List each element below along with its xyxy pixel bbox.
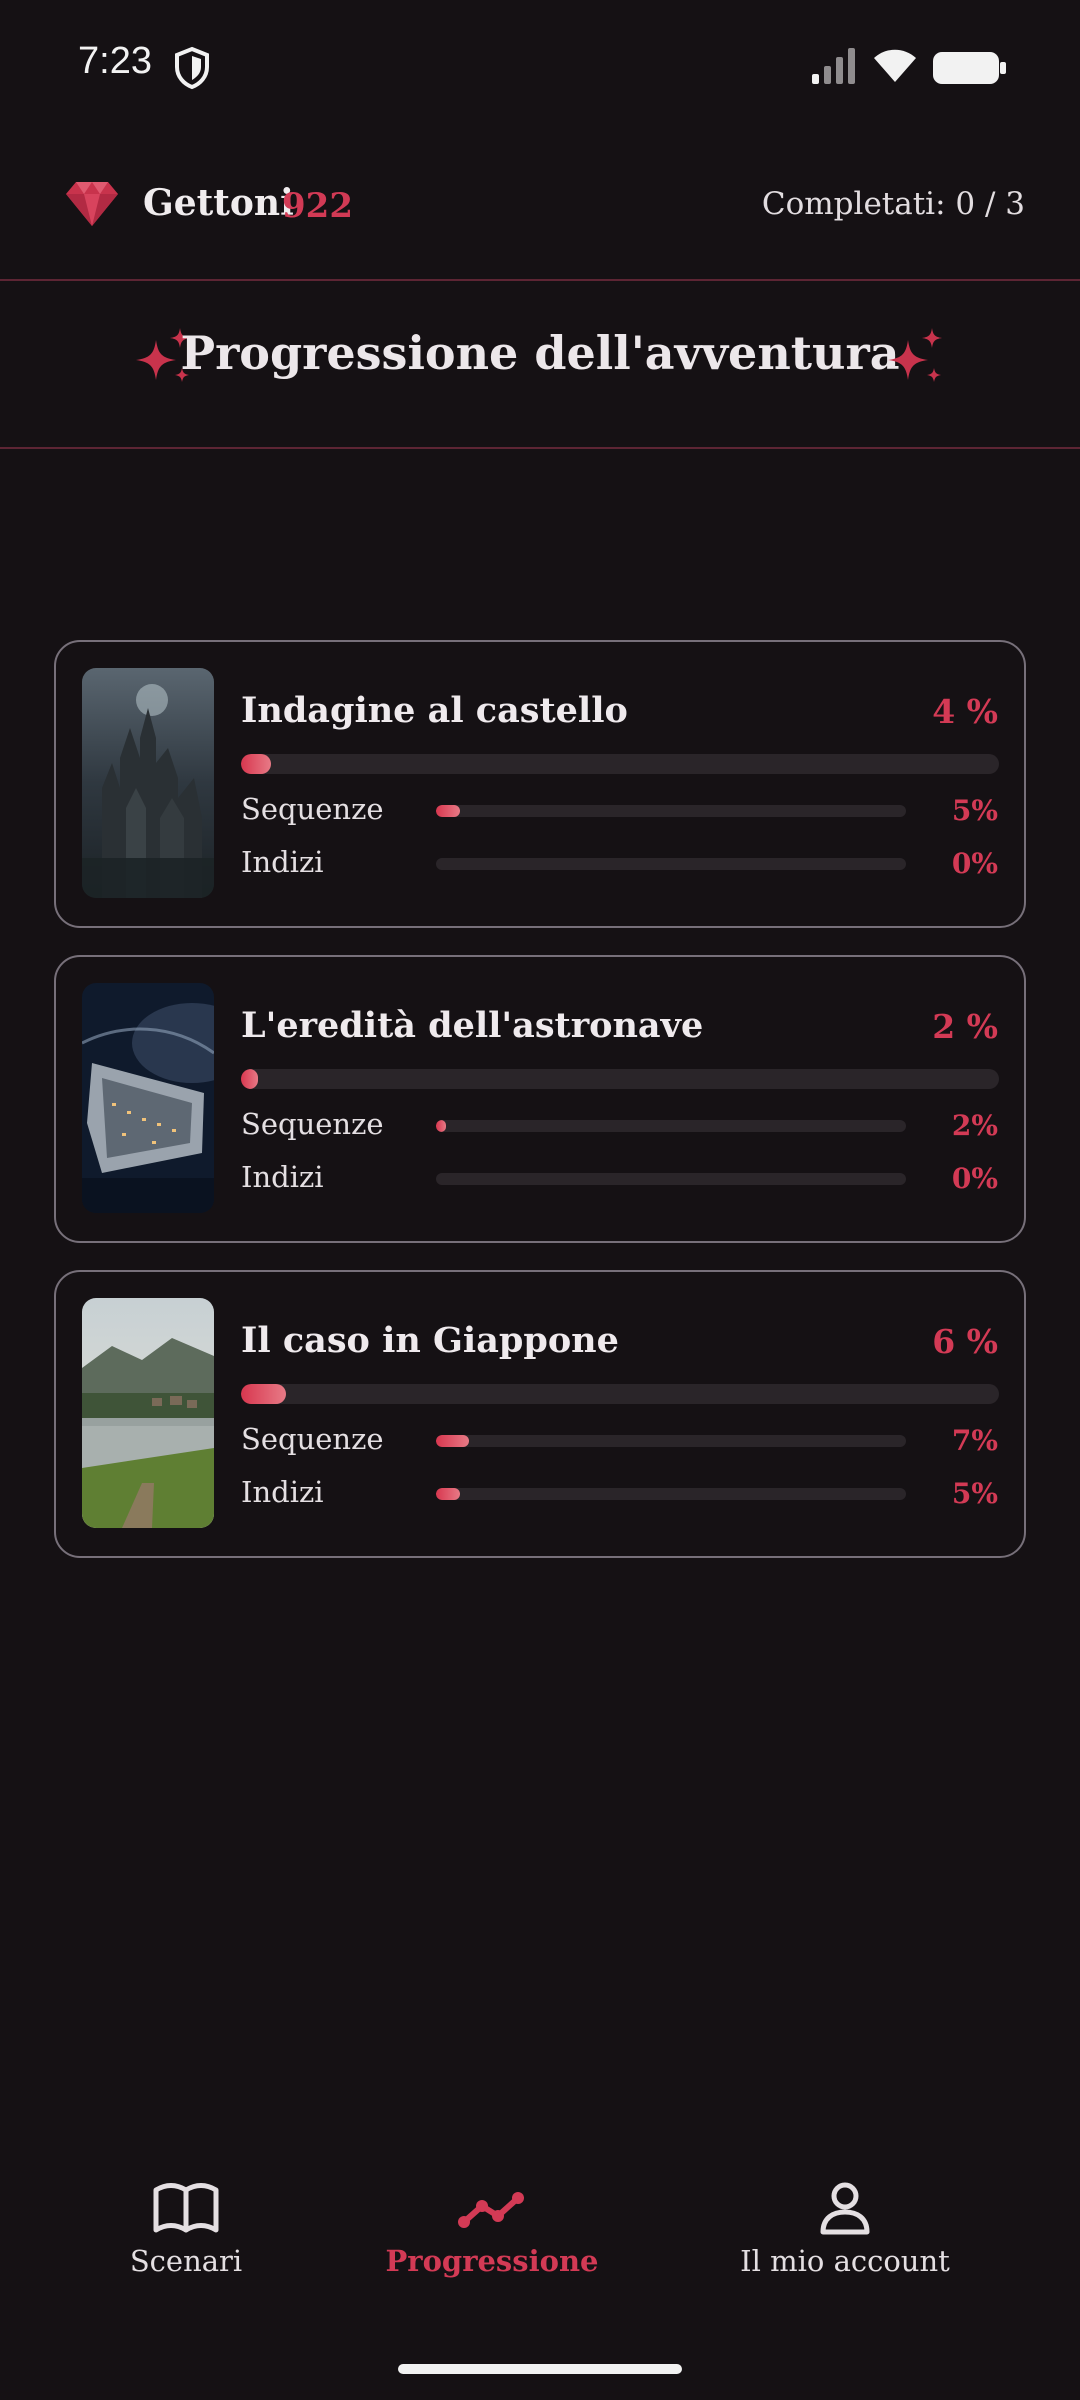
japan-lake-image xyxy=(82,1298,214,1528)
scenario-percent: 4 % xyxy=(932,692,998,731)
status-time: 7:23 xyxy=(78,40,152,82)
scenario-progress-fill xyxy=(241,754,272,774)
tokens-value: 922 xyxy=(282,186,353,226)
clues-label: Indizi xyxy=(241,845,324,879)
sequences-progress-fill xyxy=(436,1435,469,1447)
scenario-progress-bar xyxy=(241,1069,999,1089)
nav-label-scenari: Scenari xyxy=(129,2244,243,2278)
sequences-progress-bar xyxy=(436,1120,906,1132)
wifi-icon xyxy=(874,49,916,82)
sequences-label: Sequenze xyxy=(241,1422,384,1456)
sequences-progress-bar xyxy=(436,1435,906,1447)
progress-chart-icon xyxy=(458,2192,524,2228)
scenario-progress-bar xyxy=(241,754,999,774)
scenario-card-castle[interactable]: Indagine al castello 4 % Sequenze 5% Ind… xyxy=(54,640,1026,928)
sequences-label: Sequenze xyxy=(241,792,384,826)
scenario-title: Il caso in Giappone xyxy=(241,1320,619,1361)
sequences-progress-bar xyxy=(436,805,906,817)
scenario-title: L'eredità dell'astronave xyxy=(241,1005,704,1046)
clues-label: Indizi xyxy=(241,1475,324,1509)
scenario-card-japan[interactable]: Il caso in Giappone 6 % Sequenze 7% Indi… xyxy=(54,1270,1026,1558)
app-screen: 7:23 Gettoni 922 Completati: 0 / 3 Progr… xyxy=(0,0,1080,2400)
nav-label-account: Il mio account xyxy=(740,2244,950,2278)
clues-progress-fill xyxy=(436,1488,460,1500)
sequences-percent: 7% xyxy=(951,1424,998,1457)
title-divider-bottom xyxy=(0,447,1080,449)
clues-percent: 5% xyxy=(951,1477,998,1510)
page-title: Progressione dell'avventura xyxy=(180,326,900,380)
clues-progress-bar xyxy=(436,858,906,870)
sequences-progress-fill xyxy=(436,1120,447,1132)
sequences-progress-fill xyxy=(436,805,460,817)
nav-item-progressione[interactable]: Progressione xyxy=(342,2180,642,2300)
gem-icon xyxy=(66,182,118,226)
spaceship-image xyxy=(82,983,214,1213)
scenario-title: Indagine al castello xyxy=(241,690,628,731)
clues-percent: 0% xyxy=(951,1162,998,1195)
clues-label: Indizi xyxy=(241,1160,324,1194)
signal-icon xyxy=(812,48,855,84)
home-indicator[interactable] xyxy=(398,2364,682,2374)
scenario-progress-bar xyxy=(241,1384,999,1404)
scenario-percent: 6 % xyxy=(932,1322,998,1361)
clues-progress-bar xyxy=(436,1488,906,1500)
book-icon xyxy=(153,2183,219,2233)
status-bar: 7:23 xyxy=(0,0,1080,135)
sparkle-icon xyxy=(888,328,942,382)
nav-label-progressione: Progressione xyxy=(385,2244,599,2278)
scenario-card-spaceship[interactable]: L'eredità dell'astronave 2 % Sequenze 2%… xyxy=(54,955,1026,1243)
nav-item-account[interactable]: Il mio account xyxy=(695,2180,995,2300)
castle-image xyxy=(82,668,214,898)
scenario-percent: 2 % xyxy=(932,1007,998,1046)
tokens-label: Gettoni xyxy=(143,182,294,224)
battery-icon xyxy=(933,52,1006,84)
sequences-percent: 5% xyxy=(951,794,998,827)
scenario-progress-fill xyxy=(241,1384,287,1404)
user-icon xyxy=(820,2182,870,2235)
nav-item-scenari[interactable]: Scenari xyxy=(36,2180,336,2300)
title-divider-top xyxy=(0,279,1080,281)
sequences-percent: 2% xyxy=(951,1109,998,1142)
shield-icon xyxy=(175,46,209,90)
scenario-progress-fill xyxy=(241,1069,258,1089)
clues-progress-bar xyxy=(436,1173,906,1185)
clues-percent: 0% xyxy=(951,847,998,880)
completed-counter: Completati: 0 / 3 xyxy=(761,186,1025,222)
sequences-label: Sequenze xyxy=(241,1107,384,1141)
